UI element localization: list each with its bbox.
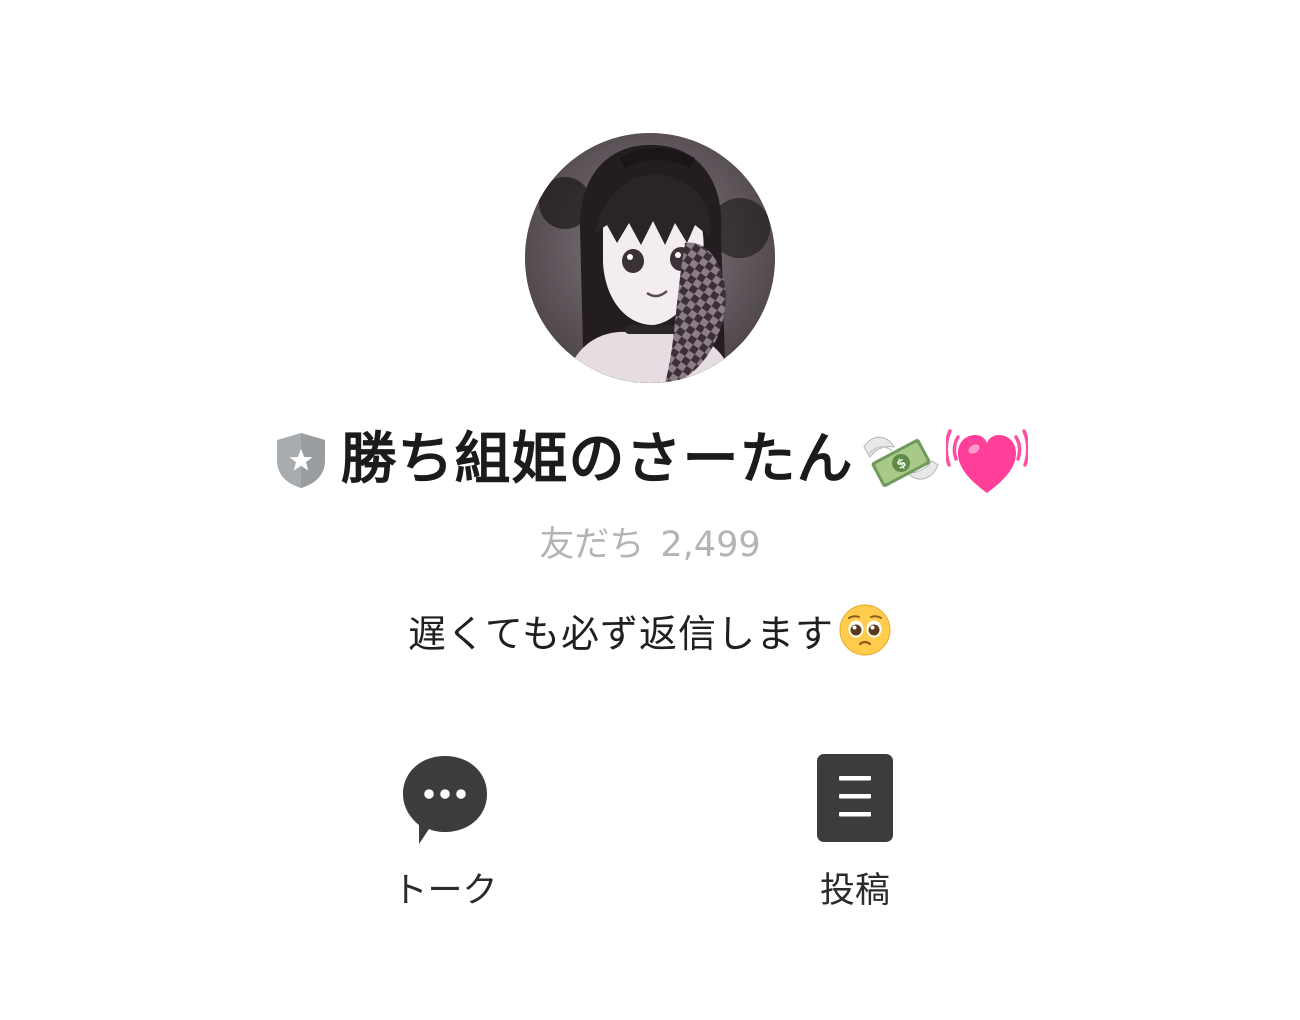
pleading-face-icon bbox=[839, 604, 891, 656]
status-message-row: 遅くても必ず返信します bbox=[0, 602, 1300, 658]
document-lines-icon bbox=[817, 754, 893, 842]
status-message: 遅くても必ず返信します bbox=[408, 611, 834, 656]
posts-button[interactable]: 投稿 bbox=[755, 752, 955, 922]
talk-icon-wrap bbox=[399, 752, 491, 852]
profile-name: 勝ち組姫のさーたん bbox=[340, 427, 854, 492]
beating-heart-icon bbox=[945, 429, 1028, 493]
friends-label: 友だち bbox=[539, 525, 645, 565]
posts-icon-wrap bbox=[815, 752, 895, 852]
profile-name-row: 勝ち組姫のさーたん $ bbox=[0, 418, 1300, 502]
profile-avatar[interactable] bbox=[525, 133, 775, 383]
friends-count-row: 友だち 2,499 bbox=[0, 524, 1300, 566]
money-with-wings-icon: $ bbox=[862, 436, 939, 487]
verified-shield-icon bbox=[276, 433, 325, 488]
speech-bubble-icon bbox=[403, 756, 487, 844]
talk-label: トーク bbox=[392, 871, 498, 911]
talk-button[interactable]: トーク bbox=[345, 752, 545, 922]
friends-count: 2,499 bbox=[660, 525, 761, 565]
avatar-image bbox=[525, 133, 775, 383]
posts-label: 投稿 bbox=[819, 871, 890, 911]
